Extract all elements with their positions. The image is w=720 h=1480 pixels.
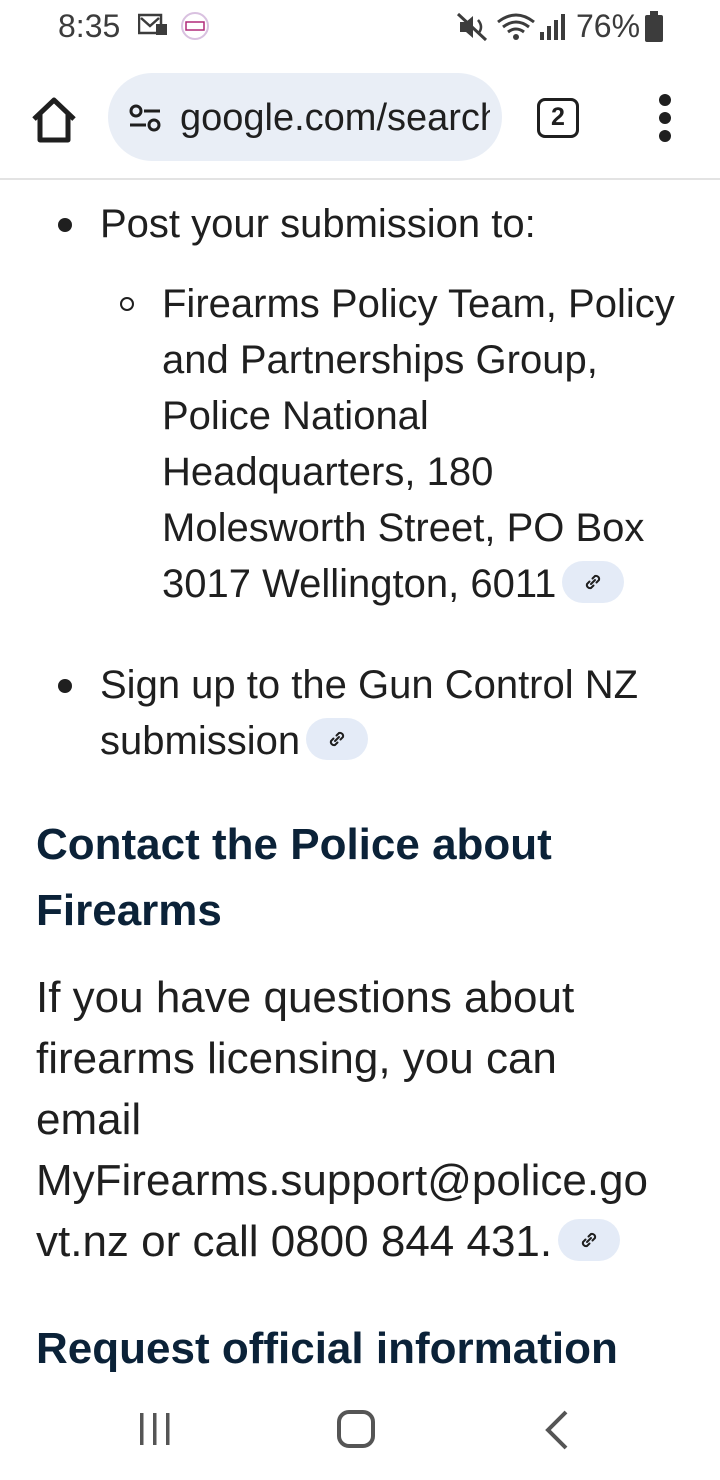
address-line: and Partnerships Group,	[162, 338, 598, 382]
address-line: Molesworth Street, PO Box	[162, 506, 645, 550]
address-line: Firearms Policy Team, Policy	[162, 282, 675, 326]
system-nav-bar	[0, 1380, 720, 1480]
home-icon[interactable]	[26, 92, 82, 148]
source-link-chip[interactable]	[558, 1219, 621, 1262]
contact-line: If you have questions about	[36, 973, 575, 1022]
url-text[interactable]: google.com/search	[180, 97, 490, 140]
link-icon	[329, 732, 345, 747]
contact-line: email	[36, 1095, 142, 1144]
heading-line: Contact the Police about	[36, 820, 552, 869]
search-result-content: Post your submission to: Firearms Policy…	[0, 182, 720, 1382]
battery-icon	[645, 11, 663, 42]
contact-line: vt.nz or call 0800 844 431.	[36, 1217, 553, 1266]
contact-last-line-wrap: vt.nz or call 0800 844 431.	[36, 1211, 696, 1272]
recent-apps-icon[interactable]	[138, 1412, 172, 1446]
signup-last-line-wrap: submission	[100, 713, 700, 769]
address-line: Police National	[162, 394, 429, 438]
more-vert-icon[interactable]	[652, 94, 680, 142]
source-link-chip[interactable]	[562, 561, 625, 604]
sub-bullet-marker	[120, 297, 134, 311]
bullet-post-text: Post your submission to:	[100, 202, 536, 246]
signal-icon	[540, 14, 565, 40]
notification-app-icon	[181, 12, 209, 40]
site-settings-icon[interactable]	[128, 103, 162, 133]
contact-line: MyFirearms.support@police.go	[36, 1156, 648, 1205]
address-bar[interactable]: google.com/search	[108, 73, 502, 161]
section-heading-contact: Contact the Police about Firearms	[36, 812, 552, 944]
section-heading-request: Request official information	[36, 1324, 618, 1373]
nav-home-icon[interactable]	[337, 1410, 375, 1448]
bullet-signup-block: Sign up to the Gun Control NZ submission	[100, 657, 700, 769]
address-block: Firearms Policy Team, Policy and Partner…	[162, 276, 702, 612]
battery-percent: 76%	[576, 8, 641, 44]
heading-line: Firearms	[36, 886, 222, 935]
signup-line: Sign up to the Gun Control NZ	[100, 663, 639, 707]
tab-switcher-button[interactable]: 2	[537, 98, 579, 138]
link-icon	[582, 1233, 597, 1248]
back-icon[interactable]	[544, 1410, 570, 1450]
signup-line: submission	[100, 719, 301, 763]
link-icon	[586, 575, 601, 590]
source-link-chip[interactable]	[306, 718, 369, 761]
mute-icon	[456, 12, 488, 42]
contact-line: firearms licensing, you can	[36, 1034, 557, 1083]
browser-toolbar: google.com/search 2	[0, 56, 720, 180]
status-bar: 8:35 76%	[0, 0, 720, 56]
status-time: 8:35	[58, 8, 121, 44]
bullet-marker	[58, 679, 72, 693]
address-line: 3017 Wellington, 6011	[162, 562, 557, 606]
bullet-marker	[58, 218, 72, 232]
address-last-line-wrap: 3017 Wellington, 6011	[162, 556, 702, 612]
address-line: Headquarters, 180	[162, 450, 494, 494]
wifi-icon	[497, 13, 535, 40]
contact-paragraph: If you have questions about firearms lic…	[36, 967, 696, 1272]
notification-mail-icon	[138, 13, 167, 35]
